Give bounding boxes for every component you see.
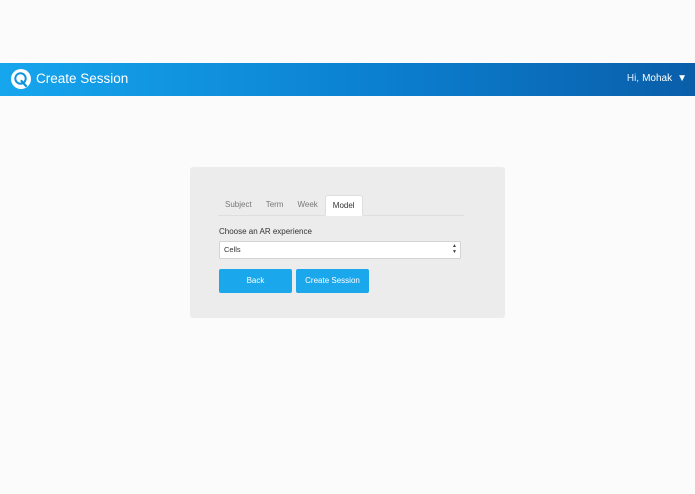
create-session-card: Subject Term Week Model Choose an AR exp…	[190, 167, 505, 318]
back-button[interactable]: Back	[219, 269, 292, 293]
select-value: Cells	[224, 245, 241, 254]
tab-week[interactable]: Week	[290, 195, 324, 215]
tab-term[interactable]: Term	[259, 195, 291, 215]
tab-model[interactable]: Model	[324, 195, 363, 216]
user-name: Mohak	[642, 73, 673, 84]
tab-subject[interactable]: Subject	[218, 195, 259, 215]
page-title: Create Session	[36, 71, 129, 86]
create-session-button[interactable]: Create Session	[296, 269, 369, 293]
user-menu[interactable]: Hi, Mohak ▼	[627, 73, 687, 84]
caret-down-icon[interactable]: ▼	[677, 73, 687, 84]
step-tabs: Subject Term Week Model	[218, 195, 464, 216]
q-logo-icon[interactable]	[11, 69, 31, 89]
ar-experience-label: Choose an AR experience	[219, 227, 312, 236]
ar-experience-select[interactable]: Cells ▲ ▼	[219, 241, 461, 259]
up-down-chevron-icon: ▲ ▼	[452, 243, 457, 255]
top-header-bar: Create Session Hi, Mohak ▼	[0, 63, 695, 96]
greeting-prefix: Hi,	[626, 73, 640, 84]
